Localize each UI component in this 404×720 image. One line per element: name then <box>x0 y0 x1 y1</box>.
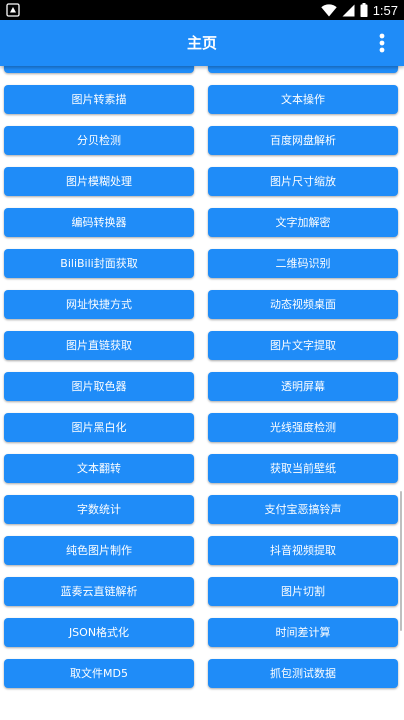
tool-row: 图片黑白化 光线强度检测 <box>0 413 404 454</box>
tool-button[interactable]: 图片直链获取 <box>4 331 194 360</box>
signal-icon <box>342 4 355 16</box>
tool-button[interactable]: 字数统计 <box>4 495 194 524</box>
tool-button[interactable]: 透明屏幕 <box>208 372 398 401</box>
tool-row: 图片转素描 文本操作 <box>0 85 404 126</box>
tool-row: BiliBili封面获取 二维码识别 <box>0 249 404 290</box>
battery-icon <box>360 3 368 17</box>
tool-row: 编码转换器 文字加解密 <box>0 208 404 249</box>
android-notification-icon <box>6 3 20 17</box>
tool-button[interactable]: 文本翻转 <box>4 454 194 483</box>
tool-button[interactable]: 分贝检测 <box>4 126 194 155</box>
tool-button[interactable]: 火星文转换器 <box>4 66 194 73</box>
tool-button[interactable]: 图片取色器 <box>4 372 194 401</box>
tool-button[interactable]: 抖音视频提取 <box>208 536 398 565</box>
tool-row: 取文件MD5 抓包测试数据 <box>0 659 404 700</box>
tool-row: 文本翻转 获取当前壁纸 <box>0 454 404 495</box>
tool-row: 网址快捷方式 动态视频桌面 <box>0 290 404 331</box>
tool-button[interactable]: JSON格式化 <box>4 618 194 647</box>
tool-button[interactable]: 二维码识别 <box>208 249 398 278</box>
tool-button[interactable]: 获取当前壁纸 <box>208 454 398 483</box>
tool-row: 蓝奏云直链解析 图片切割 <box>0 577 404 618</box>
wifi-icon <box>320 3 337 17</box>
tool-list[interactable]: 火星文转换器圆角图片制作图片转素描文本操作分贝检测百度网盘解析图片模糊处理图片尺… <box>0 66 404 720</box>
tool-row: 火星文转换器 圆角图片制作 <box>0 66 404 85</box>
tool-button[interactable]: 图片尺寸缩放 <box>208 167 398 196</box>
tool-row: JSON格式化 时间差计算 <box>0 618 404 659</box>
tool-button[interactable]: 图片转素描 <box>4 85 194 114</box>
tool-button[interactable]: 取文件MD5 <box>4 659 194 688</box>
tool-row: 图片模糊处理 图片尺寸缩放 <box>0 167 404 208</box>
tool-button[interactable]: 动态视频桌面 <box>208 290 398 319</box>
tool-button[interactable]: BiliBili封面获取 <box>4 249 194 278</box>
tool-button[interactable]: 圆角图片制作 <box>208 66 398 73</box>
tool-button[interactable]: 支付宝恶搞铃声 <box>208 495 398 524</box>
tool-button[interactable]: 纯色图片制作 <box>4 536 194 565</box>
tool-button[interactable]: 图片文字提取 <box>208 331 398 360</box>
page-title: 主页 <box>186 34 217 52</box>
tool-button[interactable]: 图片黑白化 <box>4 413 194 442</box>
tool-row: 图片直链获取 图片文字提取 <box>0 331 404 372</box>
tool-button[interactable]: 文本操作 <box>208 85 398 114</box>
tool-button[interactable]: 抓包测试数据 <box>208 659 398 688</box>
tool-button[interactable]: 网址快捷方式 <box>4 290 194 319</box>
tool-button[interactable]: 图片模糊处理 <box>4 167 194 196</box>
more-vert-icon[interactable] <box>370 31 394 55</box>
tool-row: 字数统计 支付宝恶搞铃声 <box>0 495 404 536</box>
tool-button[interactable]: 时间差计算 <box>208 618 398 647</box>
app-bar: 主页 <box>0 20 404 66</box>
tool-button[interactable]: 编码转换器 <box>4 208 194 237</box>
scrollbar[interactable] <box>400 491 402 631</box>
status-time: 1:57 <box>372 2 398 18</box>
tool-row: 分贝检测 百度网盘解析 <box>0 126 404 167</box>
status-bar: 1:57 <box>0 0 404 20</box>
tool-button[interactable]: 光线强度检测 <box>208 413 398 442</box>
tool-grid: 火星文转换器圆角图片制作图片转素描文本操作分贝检测百度网盘解析图片模糊处理图片尺… <box>0 66 404 700</box>
tool-button[interactable]: 蓝奏云直链解析 <box>4 577 194 606</box>
tool-row: 图片取色器 透明屏幕 <box>0 372 404 413</box>
tool-button[interactable]: 百度网盘解析 <box>208 126 398 155</box>
tool-row: 纯色图片制作 抖音视频提取 <box>0 536 404 577</box>
tool-button[interactable]: 文字加解密 <box>208 208 398 237</box>
tool-button[interactable]: 图片切割 <box>208 577 398 606</box>
